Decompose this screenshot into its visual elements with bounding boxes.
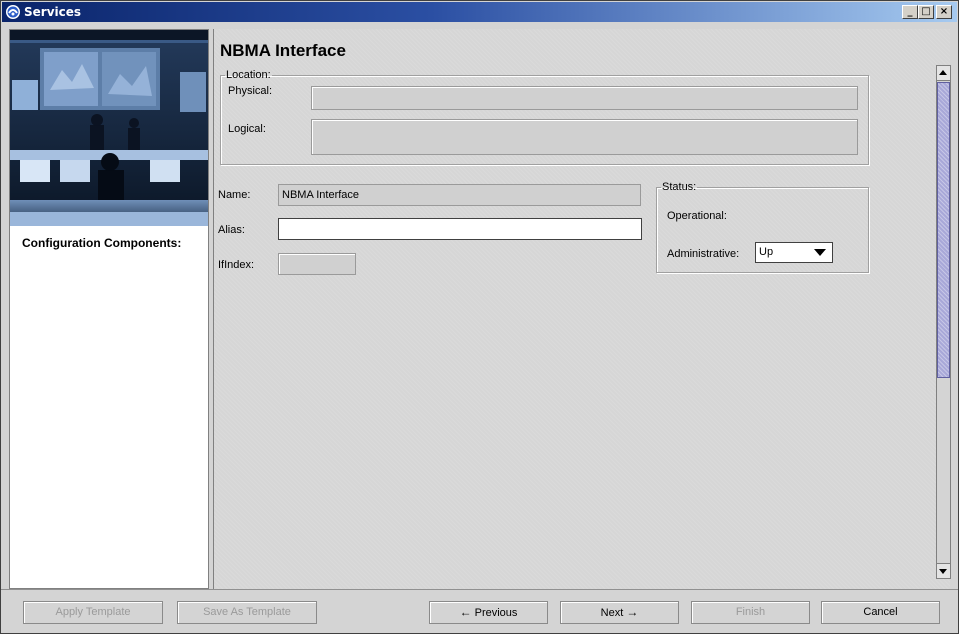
- operational-label: Operational:: [667, 210, 727, 222]
- apply-template-button[interactable]: Apply Template: [23, 601, 163, 624]
- button-bar-divider: [1, 589, 958, 590]
- alias-input[interactable]: [278, 218, 642, 240]
- scroll-up-button[interactable]: [937, 66, 950, 81]
- configuration-components-heading: Configuration Components:: [22, 236, 182, 250]
- alias-label: Alias:: [218, 224, 245, 236]
- maximize-button[interactable]: □: [918, 5, 934, 19]
- name-field: NBMA Interface: [278, 184, 641, 206]
- title-bar[interactable]: Services _ □ ×: [2, 2, 957, 22]
- main-panel: NBMA Interface Location: Physical: Logic…: [213, 29, 950, 589]
- ifindex-label: IfIndex:: [218, 259, 255, 271]
- close-button[interactable]: ×: [936, 5, 952, 19]
- finish-button[interactable]: Finish: [691, 601, 810, 624]
- administrative-value: Up: [759, 246, 774, 258]
- services-app-icon: [6, 5, 20, 19]
- administrative-select[interactable]: Up: [755, 242, 833, 263]
- vertical-scrollbar[interactable]: [936, 65, 951, 579]
- chevron-down-icon: [814, 249, 826, 256]
- logical-label: Logical:: [228, 123, 266, 135]
- arrow-right-icon: →: [626, 605, 639, 619]
- minimize-button[interactable]: _: [902, 5, 918, 19]
- window-title: Services: [24, 5, 82, 19]
- page-title: NBMA Interface: [220, 41, 346, 60]
- control-room-image: [10, 30, 208, 226]
- name-label: Name:: [218, 189, 251, 201]
- next-button[interactable]: Next →: [560, 601, 679, 624]
- arrow-left-icon: ←: [459, 605, 472, 619]
- physical-field: [311, 86, 858, 110]
- scroll-down-button[interactable]: [937, 563, 950, 578]
- logical-field: [311, 119, 858, 155]
- cancel-button[interactable]: Cancel: [821, 601, 940, 624]
- configuration-sidebar: Configuration Components:: [9, 29, 209, 589]
- administrative-label: Administrative:: [667, 248, 740, 260]
- scroll-down-icon: [939, 569, 947, 574]
- scroll-up-icon: [939, 70, 947, 75]
- location-legend: Location:: [226, 69, 271, 81]
- services-window: Services _ □ × Configuration Components:…: [0, 0, 959, 634]
- previous-button[interactable]: ← Previous: [429, 601, 548, 624]
- previous-label: Previous: [474, 607, 518, 619]
- ifindex-field: [278, 253, 356, 275]
- physical-label: Physical:: [228, 85, 273, 97]
- status-legend: Status:: [662, 181, 697, 193]
- scroll-thumb[interactable]: [937, 82, 950, 378]
- next-label: Next: [600, 607, 624, 619]
- save-as-template-button[interactable]: Save As Template: [177, 601, 317, 624]
